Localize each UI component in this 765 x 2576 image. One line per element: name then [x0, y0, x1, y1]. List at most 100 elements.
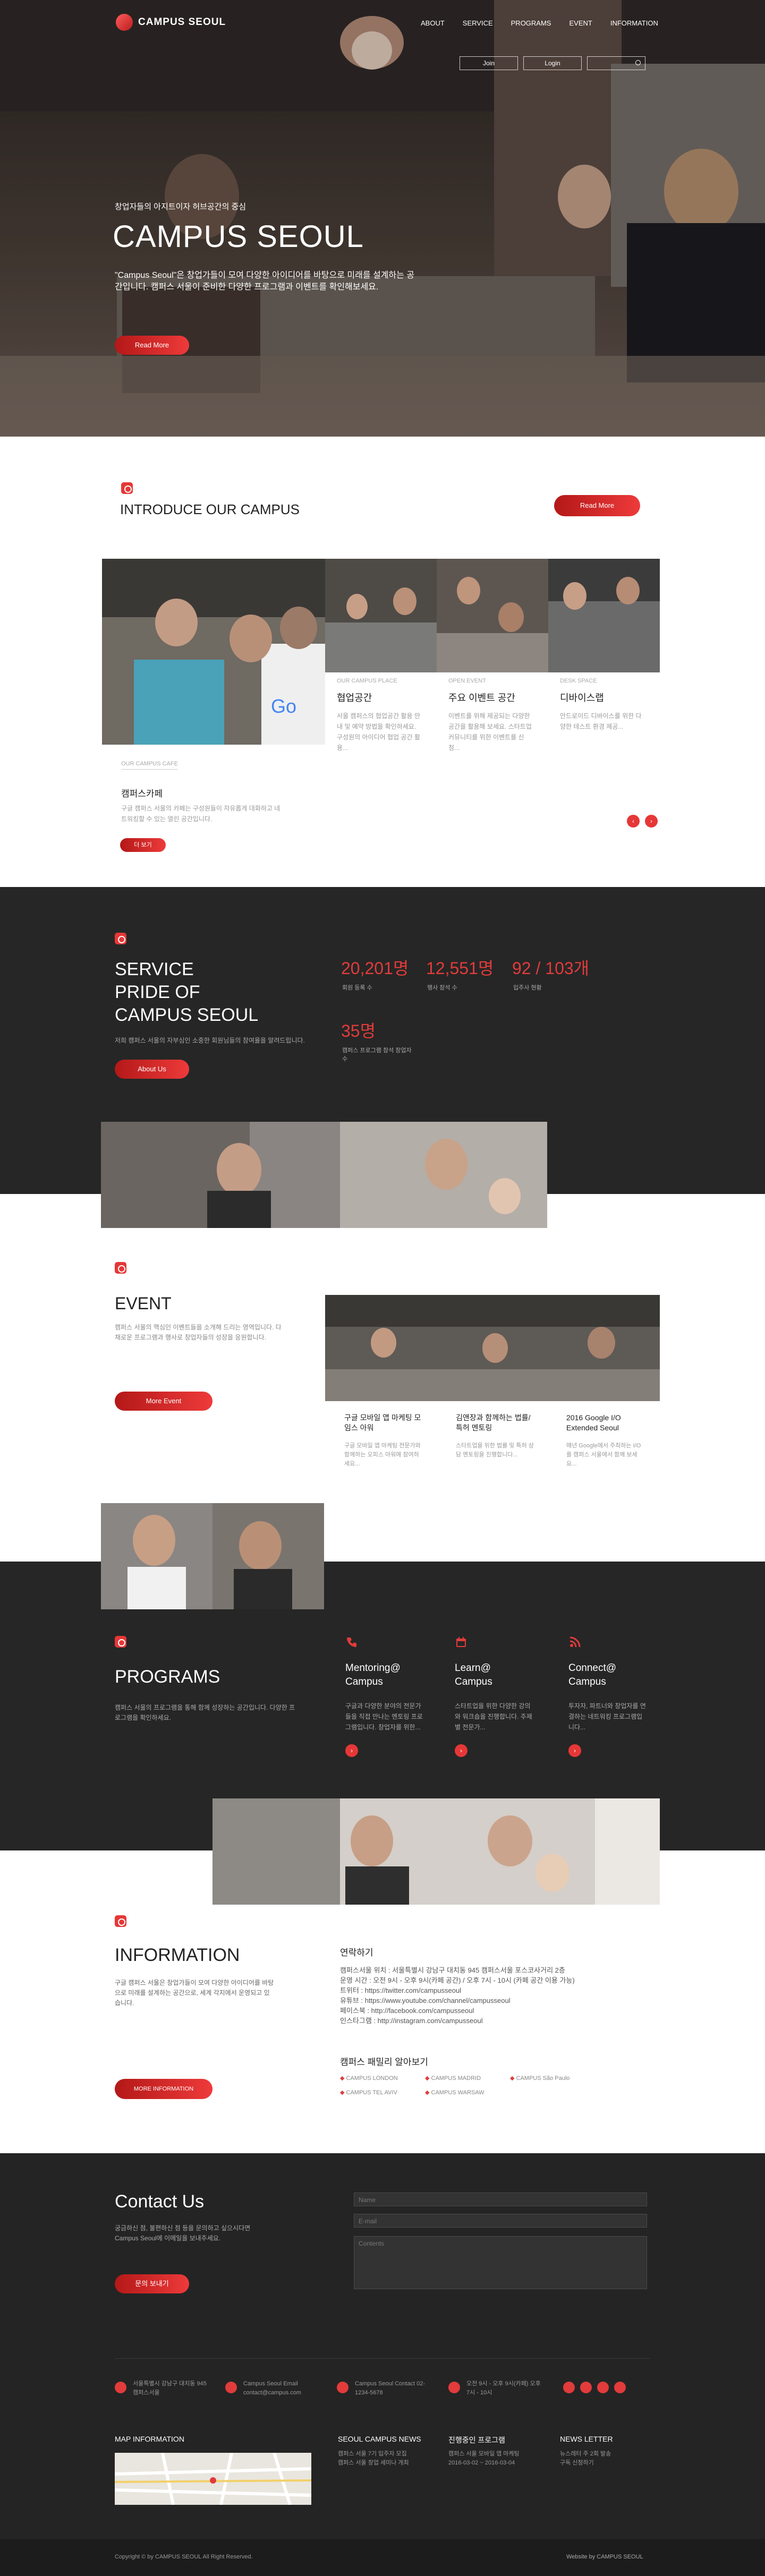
intro-photo-2: [437, 559, 548, 672]
letter-list: 뉴스레터 주 2회 발송 구독 신청하기: [560, 2450, 650, 2468]
send-inquiry-button[interactable]: 문의 보내기: [115, 2274, 189, 2293]
card-2-text: 이벤트를 위해 제공되는 다양한 공간을 활용해 보세요. 스타트업 커뮤니티를…: [448, 712, 532, 752]
footer-address: 서울특별시 강남구 대치동 945 캠퍼스서울: [133, 2381, 207, 2396]
nav-programs[interactable]: PROGRAMS: [511, 19, 551, 27]
card-3-title: 디바이스랩: [560, 693, 604, 703]
service-title-line-1: SERVICE: [115, 959, 194, 979]
hero-read-more-button[interactable]: Read More: [115, 336, 189, 355]
more-event-button[interactable]: More Event: [115, 1392, 212, 1411]
family-london[interactable]: ◆ CAMPUS LONDON: [340, 2075, 414, 2082]
card-3-text: 안드로이드 디바이스를 위한 다양한 테스트 환경 제공...: [560, 712, 642, 730]
program-list: 캠퍼스 서울 모바일 앱 마케팅 2016-03-02 ~ 2016-03-04: [448, 2450, 539, 2468]
family-tel-aviv[interactable]: ◆ CAMPUS TEL AVIV: [340, 2089, 414, 2096]
search-input[interactable]: [587, 56, 645, 70]
hero-title: CAMPUS SEOUL: [113, 219, 364, 254]
website-credit: Website by CAMPUS SEOUL: [566, 2554, 643, 2560]
page: CAMPUS SEOUL ABOUT SERVICE PROGRAMS EVEN…: [0, 0, 765, 2576]
programs-description: 캠퍼스 서울의 프로그램을 통해 함께 성장하는 공간입니다. 다양한 프로그램…: [115, 1704, 295, 1721]
introduce-section-icon: [121, 482, 133, 494]
contact-info-title: 연락하기: [340, 1948, 373, 1958]
introduce-read-more-button[interactable]: Read More: [554, 495, 640, 516]
about-us-button[interactable]: About Us: [115, 1060, 189, 1079]
card-1-text: 서울 캠퍼스의 협업공간 활용 안내 및 예약 방법을 확인하세요. 구성원의 …: [337, 712, 420, 752]
contact-twitter[interactable]: 트위터 : https://twitter.com/campusseoul: [340, 1985, 669, 1995]
login-button[interactable]: Login: [523, 56, 582, 70]
event-card-2-title: 김앤장과 함께하는 법률/특허 멘토링: [456, 1413, 531, 1432]
news-item-2[interactable]: 캠퍼스 서울 창업 세미나 개최: [338, 2459, 428, 2468]
nav-event[interactable]: EVENT: [569, 19, 592, 27]
stat-members-value: 20,201명: [341, 959, 409, 978]
contact-info-list: 캠퍼스서울 위치 : 서울특별시 강남구 대치동 945 캠퍼스서울 포스코사거…: [340, 1965, 669, 2026]
main-nav: ABOUT SERVICE PROGRAMS EVENT INFORMATION: [421, 19, 658, 27]
card-3-category: DESK SPACE: [560, 678, 597, 684]
join-button[interactable]: Join: [460, 56, 518, 70]
event-title: EVENT: [115, 1294, 172, 1313]
logo-icon: [116, 14, 133, 31]
hero-description: "Campus Seoul"은 창업가들이 모여 다양한 아이디어를 바탕으로 …: [115, 271, 415, 292]
map-title: MAP INFORMATION: [115, 2435, 184, 2443]
event-card-3-title: 2016 Google I/O Extended Seoul: [566, 1413, 621, 1432]
information-photo: [212, 1798, 660, 1905]
letter-item-1: 뉴스레터 주 2회 발송: [560, 2451, 611, 2457]
news-title: SEOUL CAMPUS NEWS: [338, 2435, 421, 2443]
hero-photo: [0, 0, 765, 437]
program-connect-title: Connect@ Campus: [568, 1662, 617, 1687]
program-connect-text: 투자자, 파트너와 창업자를 연결하는 네트워킹 프로그램입니다...: [568, 1702, 646, 1731]
family-madrid[interactable]: ◆ CAMPUS MADRID: [425, 2075, 499, 2082]
more-information-button[interactable]: MORE INFORMATION: [115, 2079, 212, 2099]
facebook-icon[interactable]: [563, 2382, 575, 2393]
news-item-1[interactable]: 캠퍼스 서울 7기 입주자 모집: [338, 2450, 428, 2459]
program-connect-more-button[interactable]: ›: [568, 1744, 581, 1757]
program-learn-title: Learn@ Campus: [455, 1662, 492, 1687]
phone-icon: [345, 1636, 358, 1649]
family-warsaw[interactable]: ◆ CAMPUS WARSAW: [425, 2089, 499, 2096]
instagram-icon[interactable]: [614, 2382, 626, 2393]
cafe-title: 캠퍼스카페: [121, 789, 163, 799]
footer-email: Campus Seoul Email contact@campus.com: [243, 2381, 301, 2396]
contact-instagram[interactable]: 인스타그램 : http://instagram.com/campusseoul: [340, 2016, 669, 2026]
nav-information[interactable]: INFORMATION: [610, 19, 658, 27]
mail-icon: [225, 2382, 237, 2393]
cafe-more-button[interactable]: 더 보기: [120, 838, 166, 852]
letter-item-2[interactable]: 구독 신청하기: [560, 2459, 650, 2468]
event-description: 캠퍼스 서울의 핵심인 이벤트들을 소개해 드리는 영역입니다. 다채로운 프로…: [115, 1324, 282, 1341]
service-title-line-2: PRIDE OF: [115, 982, 200, 1002]
service-description: 저희 캠퍼스 서울의 자부심인 소중한 회원님들의 참여율을 알려드립니다.: [115, 1037, 305, 1044]
contact-youtube[interactable]: 유튜브 : https://www.youtube.com/channel/ca…: [340, 1995, 669, 2006]
next-slide-button[interactable]: ›: [645, 815, 658, 828]
program-mentoring-title: Mentoring@ Campus: [345, 1662, 401, 1687]
contact-description: 궁금하신 점, 불편하신 점 등을 문의하고 싶으시다면 Campus Seou…: [115, 2224, 251, 2242]
prev-slide-button[interactable]: ‹: [627, 815, 640, 828]
name-field[interactable]: Name: [354, 2193, 647, 2206]
family-sao-paulo[interactable]: ◆ CAMPUS São Paulo: [510, 2075, 595, 2082]
footer-hours: 오전 9시 - 오후 9시(카페) 오후 7시 - 10시: [466, 2381, 541, 2396]
service-title: SERVICE PRIDE OF CAMPUS SEOUL: [115, 958, 258, 1027]
youtube-icon[interactable]: [597, 2382, 609, 2393]
nav-service[interactable]: SERVICE: [463, 19, 493, 27]
program-learn-text: 스타트업을 위한 다양한 강의와 워크숍을 진행합니다. 주제별 전문가...: [455, 1702, 532, 1731]
copyright: Copyright © by CAMPUS SEOUL All Right Re…: [115, 2554, 253, 2560]
logo[interactable]: CAMPUS SEOUL: [116, 14, 226, 31]
search-icon: [635, 60, 641, 65]
program-learn-more-button[interactable]: ›: [455, 1744, 468, 1757]
program-item-1[interactable]: 캠퍼스 서울 모바일 앱 마케팅: [448, 2450, 539, 2459]
program-mentoring-text: 구글과 다양한 분야의 전문가들을 직접 만나는 멘토링 프로그램입니다. 창업…: [345, 1702, 423, 1731]
information-section-icon: [115, 1915, 126, 1927]
cafe-category: OUR CAMPUS CAFE: [121, 761, 178, 770]
contact-facebook[interactable]: 페이스북 : http://facebook.com/campusseoul: [340, 2006, 669, 2016]
email-field[interactable]: E-mail: [354, 2214, 647, 2228]
programs-section-icon: [115, 1636, 126, 1648]
stat-attendance-label: 행사 참석 수: [427, 985, 457, 991]
contents-field[interactable]: Contents: [354, 2236, 647, 2289]
calendar-icon: [455, 1636, 468, 1649]
nav-about[interactable]: ABOUT: [421, 19, 445, 27]
location-map[interactable]: [115, 2453, 311, 2505]
footer-phone: Campus Seoul Contact 02-1234-5678: [355, 2381, 426, 2396]
card-2-category: OPEN EVENT: [448, 678, 486, 684]
stat-members-label: 회원 등록 수: [342, 985, 372, 991]
event-section-icon: [115, 1262, 126, 1274]
twitter-icon[interactable]: [580, 2382, 592, 2393]
stat-companies-value: 92 / 103개: [512, 959, 590, 978]
introduce-title: INTRODUCE OUR CAMPUS: [120, 501, 300, 517]
program-mentoring-more-button[interactable]: ›: [345, 1744, 358, 1757]
